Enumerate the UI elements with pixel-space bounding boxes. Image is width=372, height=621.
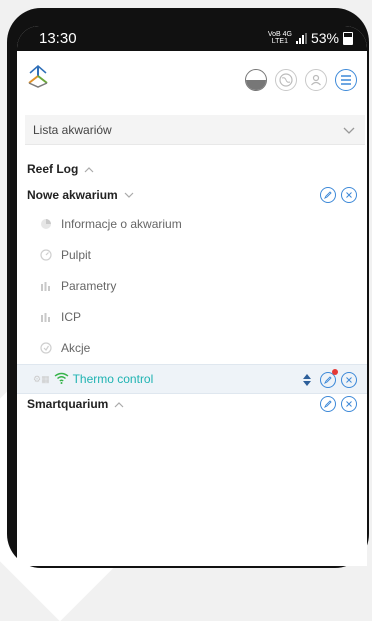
- item-label: Parametry: [61, 279, 117, 293]
- edit-icon[interactable]: [320, 396, 336, 412]
- menu-item-informacje[interactable]: Informacje o akwarium: [17, 209, 367, 239]
- group-actions: [320, 396, 357, 412]
- header-icons: [245, 69, 357, 91]
- group-label: Smartquarium: [27, 397, 109, 411]
- group-label: Nowe akwarium: [27, 188, 118, 202]
- menu-item-akcje[interactable]: Akcje: [17, 333, 367, 363]
- chevron-down-icon: [343, 124, 355, 138]
- close-icon[interactable]: [341, 396, 357, 412]
- user-icon[interactable]: [305, 69, 327, 91]
- device-actions: [299, 369, 357, 388]
- group-actions: [320, 187, 357, 203]
- menu-item-pulpit[interactable]: Pulpit: [17, 240, 367, 270]
- network-indicator: VoB 4G LTE1: [267, 31, 292, 45]
- chevron-down-icon[interactable]: [124, 188, 134, 202]
- bar-chart-icon: [39, 279, 53, 293]
- menu-item-icp[interactable]: ICP: [17, 302, 367, 332]
- app-screen: 13:30 VoB 4G LTE1 53% Lista akwariów Ree…: [17, 26, 367, 566]
- dropdown-label: Lista akwariów: [33, 122, 112, 137]
- aquarium-logo-icon[interactable]: [25, 63, 51, 94]
- status-bar: 13:30 VoB 4G LTE1 53%: [17, 26, 367, 51]
- close-icon[interactable]: [341, 187, 357, 203]
- chevron-up-icon[interactable]: [114, 397, 124, 411]
- action-icon: [39, 341, 53, 355]
- chevron-up-icon[interactable]: [84, 162, 94, 176]
- device-label: Thermo control: [72, 372, 154, 386]
- device-status-icon: ⚙▦: [33, 373, 50, 384]
- water-level-icon[interactable]: [245, 69, 267, 91]
- item-label: ICP: [61, 310, 82, 324]
- edit-icon[interactable]: [320, 369, 338, 388]
- edit-icon[interactable]: [320, 187, 336, 203]
- sort-icon[interactable]: [299, 372, 315, 388]
- group-nowe-akwarium[interactable]: Nowe akwarium: [17, 180, 367, 210]
- globe-icon[interactable]: [275, 69, 297, 91]
- status-right: VoB 4G LTE1 53%: [268, 30, 353, 46]
- dashboard-icon: [39, 248, 53, 262]
- bar-chart-icon: [39, 310, 53, 324]
- notification-badge: [332, 369, 338, 375]
- wifi-icon: [54, 372, 69, 387]
- menu-item-parametry[interactable]: Parametry: [17, 271, 367, 301]
- app-header: [17, 51, 367, 109]
- aquarium-list-dropdown[interactable]: Lista akwariów: [25, 115, 365, 145]
- group-label: Reef Log: [27, 162, 79, 176]
- signal-icon: [295, 32, 307, 44]
- close-icon[interactable]: [341, 372, 357, 388]
- battery-icon: [343, 31, 353, 45]
- status-time: 13:30: [39, 30, 77, 47]
- item-label: Akcje: [61, 341, 91, 355]
- menu-icon[interactable]: [335, 69, 357, 91]
- pie-chart-icon: [39, 217, 53, 231]
- item-label: Informacje o akwarium: [61, 217, 182, 231]
- battery-percent: 53%: [310, 30, 339, 46]
- group-smartquarium[interactable]: Smartquarium: [17, 389, 367, 419]
- item-label: Pulpit: [61, 248, 92, 262]
- phone-frame: 13:30 VoB 4G LTE1 53% Lista akwariów Ree…: [7, 8, 369, 568]
